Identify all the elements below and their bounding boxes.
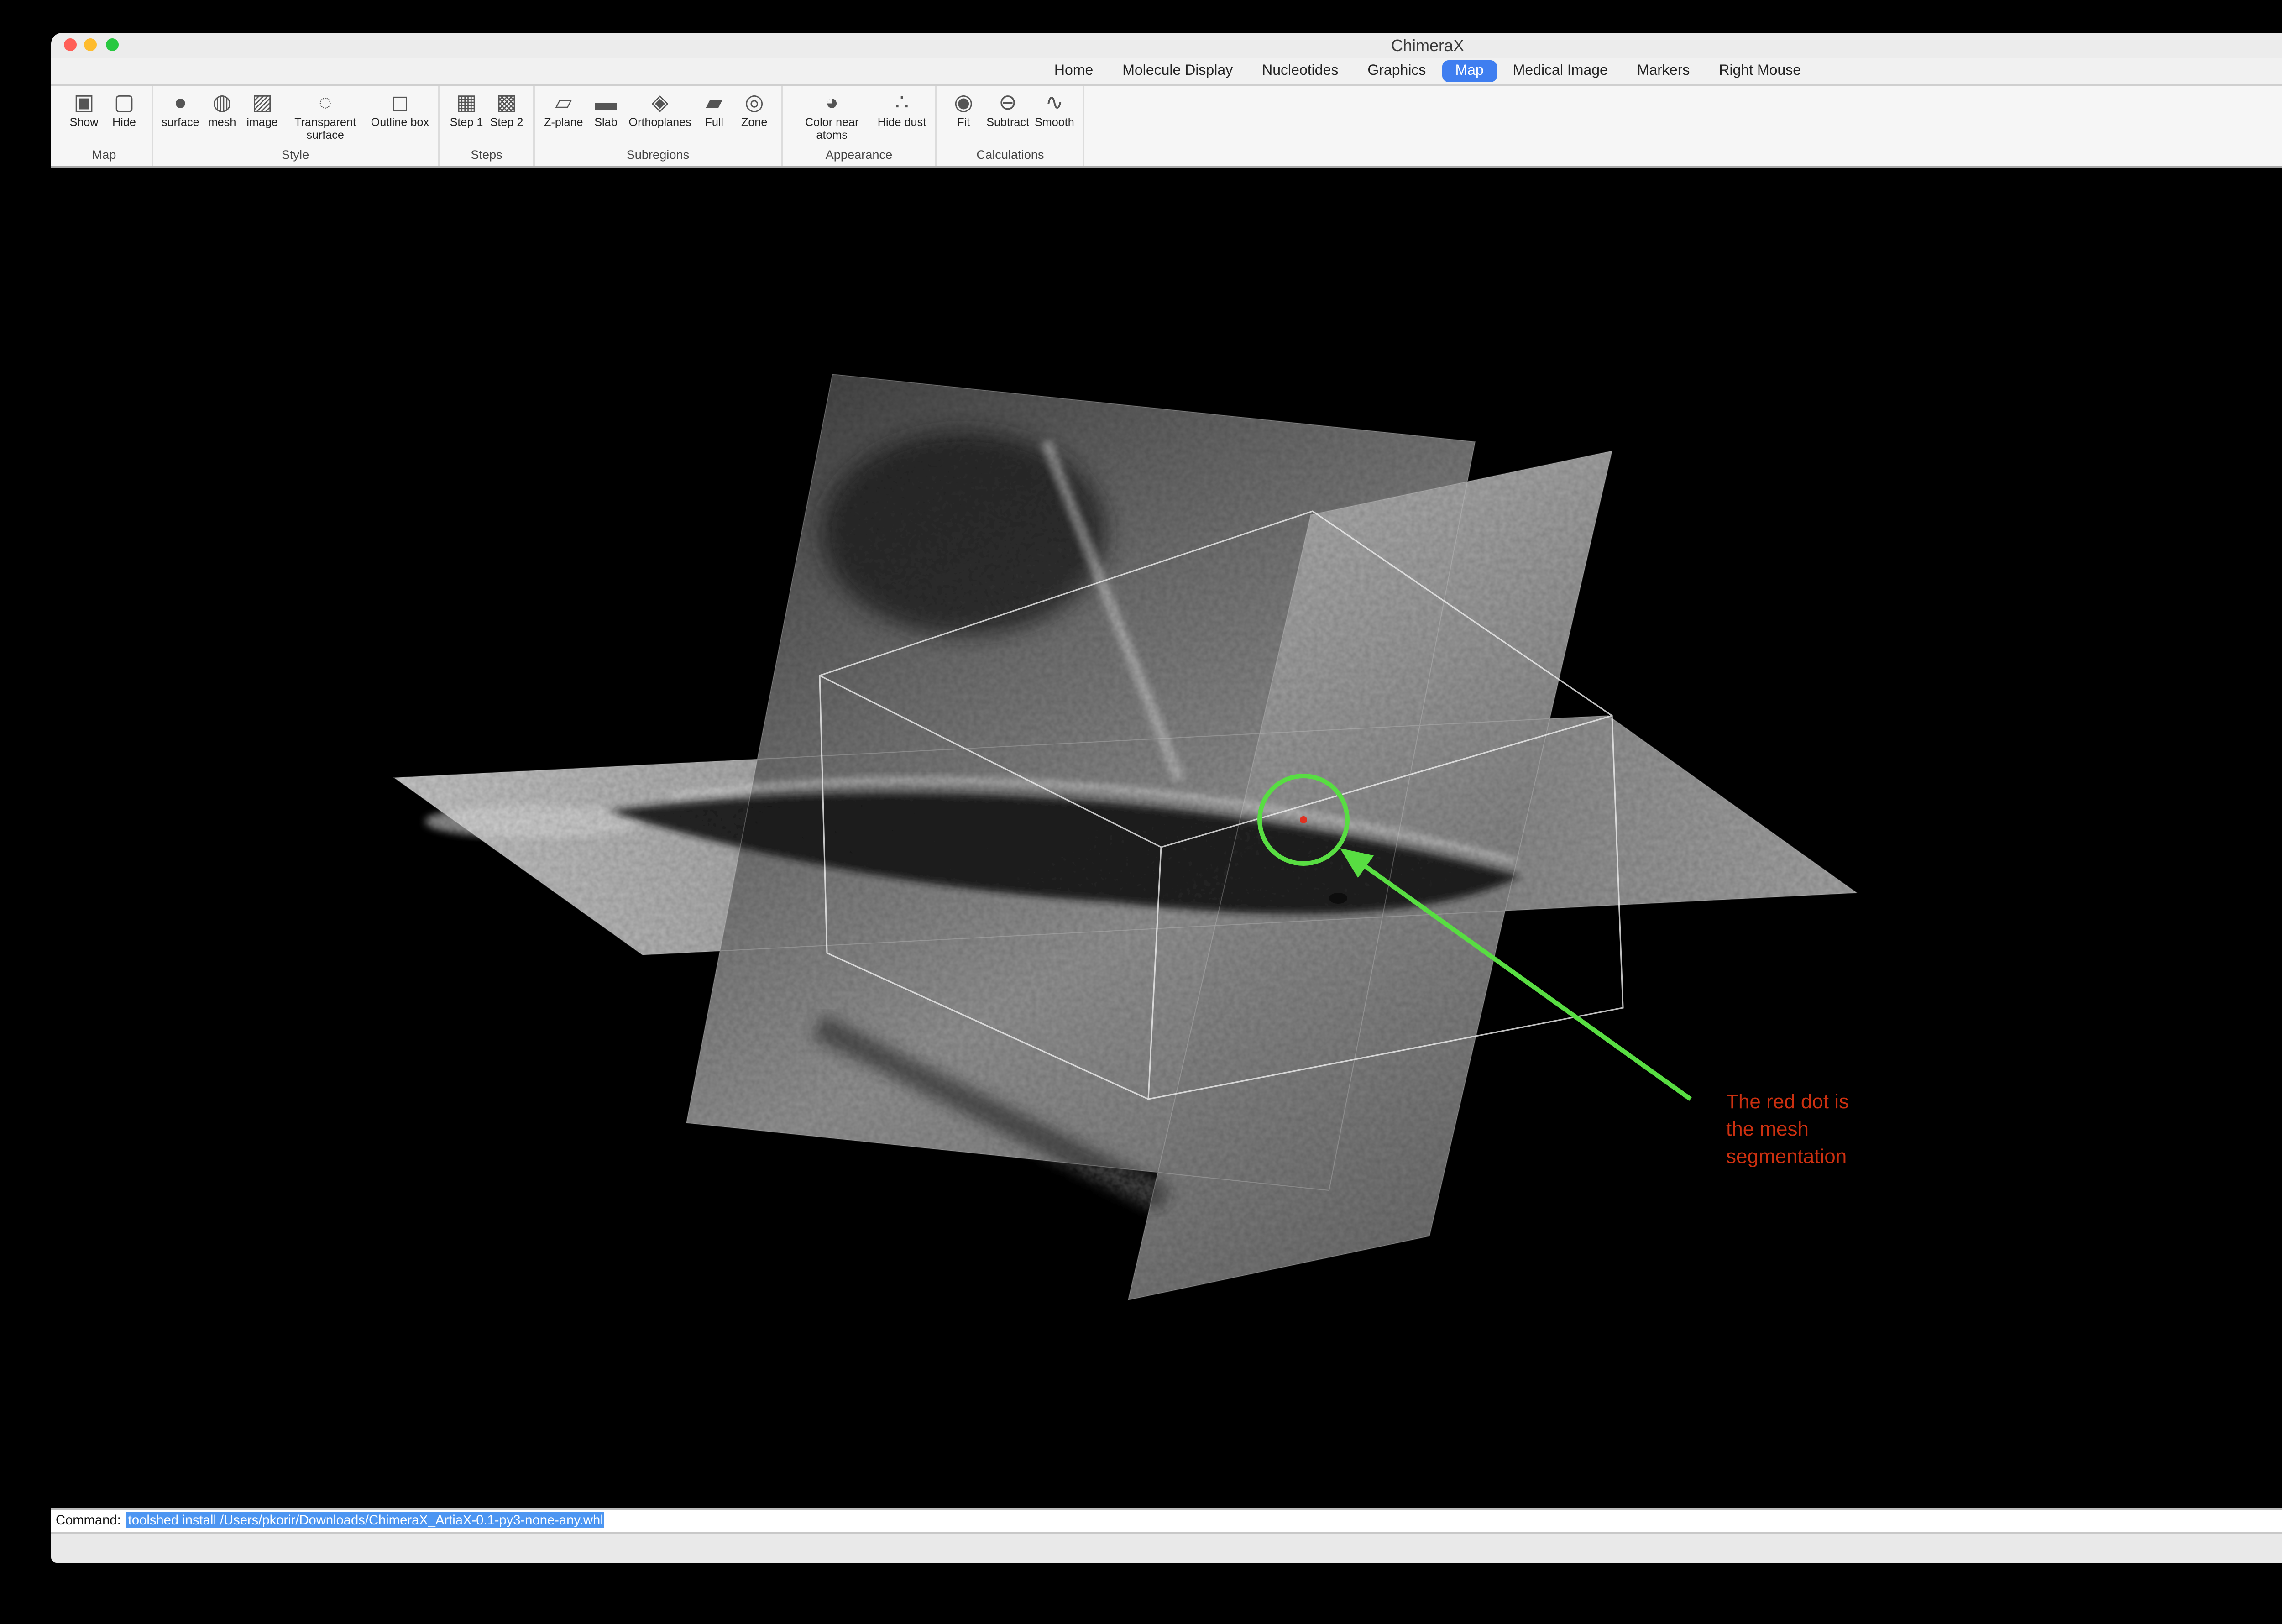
transparent-surface-button[interactable]: ◌Transparent surface [285, 89, 366, 141]
title-bar[interactable]: ChimeraX [50, 33, 2282, 58]
subtract-button[interactable]: ⊖Subtract [986, 89, 1029, 129]
toolbar-group-style: ●surface◍mesh▨image◌Transparent surface◻… [152, 85, 440, 165]
annotation-line: the mesh [1726, 1117, 1849, 1146]
main-area: The red dot is the mesh segmentation × −… [50, 167, 2282, 1508]
fit-icon: ◉ [954, 89, 973, 116]
show-icon: ▣ [73, 89, 94, 116]
color-near-atoms-icon: ◕ [825, 89, 838, 116]
smooth-icon: ∿ [1045, 89, 1063, 116]
subtract-icon: ⊖ [999, 89, 1017, 116]
tab-markers[interactable]: Markers [1624, 59, 1703, 81]
step-1-button[interactable]: ▦Step 1 [449, 89, 484, 129]
outline-box-icon: ◻ [391, 89, 409, 116]
orthoplanes-render [393, 373, 1856, 1299]
toolbar-group-steps: ▦Step 1▩Step 2 Steps [440, 85, 535, 165]
minimize-window-button[interactable] [84, 39, 97, 52]
z-plane-button[interactable]: ▱Z-plane [544, 89, 583, 129]
window-title: ChimeraX [1391, 36, 1464, 54]
tab-medical-image[interactable]: Medical Image [1500, 59, 1621, 81]
annotation-text: The red dot is the mesh segmentation [1726, 1089, 1849, 1173]
outline-box-button[interactable]: ◻Outline box [371, 89, 429, 129]
toolbar: ▣Show▢Hide Map ●surface◍mesh▨image◌Transpa… [50, 85, 2282, 167]
tab-bar: HomeMolecule DisplayNucleotidesGraphicsM… [50, 58, 2282, 85]
orthoplanes-icon: ◈ [652, 89, 669, 116]
tab-home[interactable]: Home [1042, 59, 1106, 81]
show-button[interactable]: ▣Show [67, 89, 101, 129]
tab-nucleotides[interactable]: Nucleotides [1249, 59, 1351, 81]
hide-icon: ▢ [114, 89, 134, 116]
toolbar-group-map: ▣Show▢Hide Map [58, 85, 152, 165]
toolbar-group-calculations: ◉Fit⊖Subtract∿Smooth Calculations [937, 85, 1085, 165]
toolbar-group-label: Calculations [946, 147, 1074, 165]
slab-button[interactable]: ▬Slab [589, 89, 623, 129]
toolbar-group-label: Style [162, 147, 429, 165]
surface-button[interactable]: ●surface [162, 89, 199, 129]
screen: ChimeraX HomeMolecule DisplayNucleotides… [0, 0, 2282, 1624]
tab-molecule-display[interactable]: Molecule Display [1110, 59, 1246, 81]
status-bar: ϟ [50, 1531, 2282, 1563]
mesh-icon: ◍ [213, 89, 232, 116]
hide-dust-icon: ∴ [895, 89, 909, 116]
toolbar-group-subregions: ▱Z-plane▬Slab◈Orthoplanes▰Full◎Zone Subre… [535, 85, 783, 165]
step-1-icon: ▦ [456, 89, 476, 116]
toolbar-group-label: Steps [449, 147, 524, 165]
viewport[interactable]: The red dot is the mesh segmentation [50, 167, 2282, 1508]
command-bar: Command: toolshed install /Users/pkorir/… [50, 1508, 2282, 1531]
toolbar-group-label: Map [67, 147, 141, 165]
mesh-button[interactable]: ◍mesh [205, 89, 240, 129]
z-plane-icon: ▱ [555, 89, 572, 116]
chimerax-window: ChimeraX HomeMolecule DisplayNucleotides… [50, 33, 2282, 1563]
command-input[interactable]: toolshed install /Users/pkorir/Downloads… [126, 1512, 605, 1529]
close-window-button[interactable] [63, 39, 76, 52]
tab-right-mouse[interactable]: Right Mouse [1706, 59, 1814, 81]
annotation-line: segmentation [1726, 1145, 1849, 1173]
toolbar-group-label: Subregions [544, 147, 772, 165]
surface-icon: ● [174, 89, 187, 116]
fit-button[interactable]: ◉Fit [946, 89, 981, 129]
zone-button[interactable]: ◎Zone [737, 89, 772, 129]
hide-dust-button[interactable]: ∴Hide dust [878, 89, 926, 129]
annotation-line: The red dot is [1726, 1089, 1849, 1117]
hide-button[interactable]: ▢Hide [107, 89, 141, 129]
smooth-button[interactable]: ∿Smooth [1035, 89, 1074, 129]
color-near-atoms-button[interactable]: ◕Color near atoms [792, 89, 872, 141]
zoom-window-button[interactable] [105, 39, 118, 52]
tab-graphics[interactable]: Graphics [1355, 59, 1439, 81]
orthoplanes-button[interactable]: ◈Orthoplanes [629, 89, 691, 129]
full-button[interactable]: ▰Full [697, 89, 732, 129]
toolbar-group-appearance: ◕Color near atoms∴Hide dust Appearance [783, 85, 937, 165]
zone-icon: ◎ [745, 89, 764, 116]
image-button[interactable]: ▨image [245, 89, 280, 129]
slab-icon: ▬ [595, 89, 617, 116]
mesh-segmentation-dot [1299, 815, 1306, 822]
transparent-surface-icon: ◌ [319, 89, 332, 116]
step-2-icon: ▩ [496, 89, 517, 116]
tomogram-3d-view[interactable] [50, 167, 2282, 1508]
toolbar-group-label: Appearance [792, 147, 926, 165]
full-icon: ▰ [706, 89, 722, 116]
command-label: Command: [56, 1512, 121, 1529]
tab-map[interactable]: Map [1442, 59, 1496, 81]
image-icon: ▨ [252, 89, 272, 116]
traffic-lights [63, 39, 118, 52]
step-2-button[interactable]: ▩Step 2 [489, 89, 524, 129]
